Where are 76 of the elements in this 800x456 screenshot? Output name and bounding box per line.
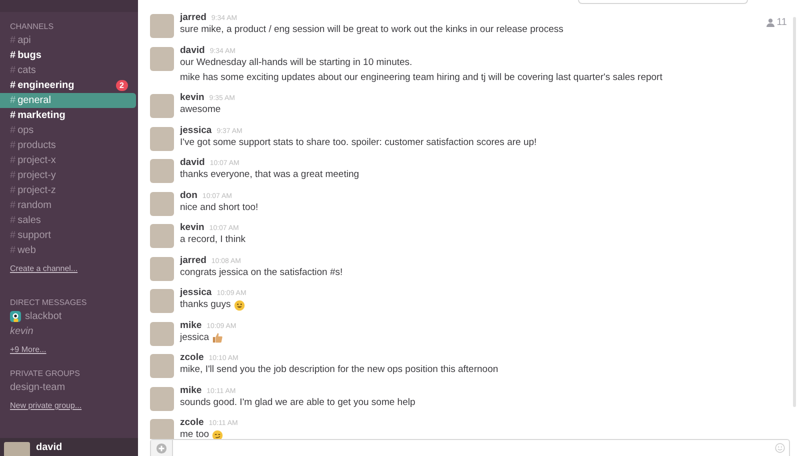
thumbs-up-icon: [212, 332, 224, 343]
more-link[interactable]: +9 More...: [10, 345, 46, 354]
group-item[interactable]: design-team: [0, 380, 136, 395]
channel-item[interactable]: # marketing: [0, 108, 136, 123]
channel-item[interactable]: # support: [0, 228, 136, 243]
channel-item[interactable]: # general: [0, 93, 136, 108]
user-name: david: [36, 442, 62, 452]
person-icon: [766, 18, 775, 26]
smirking-face-icon: [212, 430, 224, 439]
emoji-icon[interactable]: [775, 443, 785, 453]
message-text: me too: [180, 428, 210, 439]
author-name[interactable]: kevin: [180, 222, 204, 233]
channel-item[interactable]: # products: [0, 138, 136, 153]
avatar-photo: [150, 256, 174, 280]
author-name[interactable]: kevin: [180, 92, 204, 103]
bot-icon: [10, 311, 21, 322]
channel-item[interactable]: # api: [0, 33, 136, 48]
author-name[interactable]: jarred: [180, 254, 206, 266]
author-name[interactable]: jarred: [180, 12, 206, 23]
avatar-photo: [150, 289, 174, 313]
author-name[interactable]: zcole: [180, 352, 204, 363]
message-text: sounds good. I'm glad we are able to get you some help: [180, 396, 416, 410]
avatar-photo: [150, 159, 174, 183]
message-text: I've got some support stats to share too. spoiler: customer satisfaction scores are up!: [180, 136, 537, 150]
unread-count-badge: 2: [116, 80, 128, 91]
plus-icon: [156, 442, 167, 454]
author-name[interactable]: zcole: [180, 417, 204, 428]
add-button[interactable]: [151, 440, 173, 456]
new-group-link[interactable]: New private group...: [10, 401, 82, 410]
avatar-photo: [150, 322, 174, 346]
message-text: sure mike, a product / eng session will be great to work out the kinks in our release process: [180, 23, 564, 37]
channel-item[interactable]: # project-z: [0, 183, 136, 198]
author-name[interactable]: don: [180, 190, 198, 200]
channel-item[interactable]: # ops: [0, 123, 136, 138]
avatar-photo: [150, 94, 174, 118]
section-header: CHANNELS: [9, 21, 55, 33]
avatar-photo: [4, 442, 30, 456]
message-text: awesome: [180, 103, 221, 117]
avatar-photo: [150, 354, 174, 378]
author-name[interactable]: jessica: [180, 287, 212, 298]
smiling-face-icon: [234, 300, 245, 310]
message-text: thanks guys: [180, 298, 231, 312]
message-text: our Wednesday all-hands will be starting in 10 minutes.: [180, 56, 412, 70]
author-name[interactable]: mike: [180, 320, 202, 330]
avatar-photo: [150, 224, 174, 248]
search-field[interactable]: [578, 0, 748, 4]
channel-item[interactable]: # web: [0, 243, 136, 258]
channel-item[interactable]: # bugs: [0, 48, 136, 63]
author-name[interactable]: mike: [180, 384, 202, 396]
avatar-photo: [150, 46, 174, 70]
section-header: DIRECT MESSAGES: [9, 297, 88, 309]
direct-message-item[interactable]: slackbot: [0, 309, 138, 324]
message-text: nice and short too!: [180, 200, 258, 214]
avatar-photo: [150, 192, 174, 216]
section-header: PRIVATE GROUPS: [9, 368, 81, 380]
channel-item[interactable]: # random: [0, 198, 136, 213]
message-text: a record, I think: [180, 233, 246, 247]
channel-item[interactable]: # project-y: [0, 168, 136, 183]
channel-item[interactable]: # project-x: [0, 153, 136, 168]
author-name[interactable]: david: [180, 44, 205, 56]
avatar-photo: [150, 126, 174, 150]
author-name[interactable]: david: [180, 157, 205, 168]
message-text: thanks everyone, that was a great meeting: [180, 168, 360, 182]
avatar-photo: [150, 386, 174, 410]
message-text: congrats jessica on the satisfaction #s!: [180, 266, 343, 280]
author-name[interactable]: jessica: [180, 124, 212, 136]
create-channel-link[interactable]: Create a channel...: [10, 264, 78, 273]
message-text: mike has some exciting updates about our engineering team hiring and tj will be covering last quarter's sales report: [180, 70, 662, 84]
channel-item[interactable]: # engineering 2: [0, 78, 136, 93]
message-text: mike, I'll send you the job description for the new ops position this afternoon: [180, 363, 498, 377]
message-text: jessica: [180, 330, 210, 344]
avatar-photo: [150, 419, 174, 439]
direct-message-item[interactable]: kevin: [0, 324, 138, 339]
channel-item[interactable]: # sales: [0, 213, 136, 228]
avatar-photo: [150, 14, 174, 38]
channel-item[interactable]: # cats: [0, 63, 136, 78]
